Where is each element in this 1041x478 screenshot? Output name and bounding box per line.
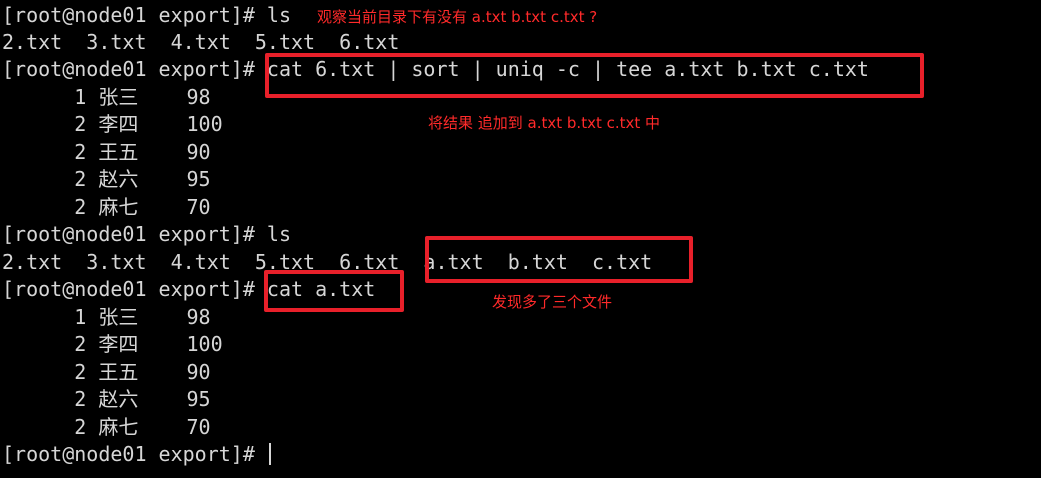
highlight-box-tee-command — [265, 53, 924, 98]
terminal-window[interactable]: { "terminal": { "lines": [ "[root@node01… — [0, 0, 1041, 478]
terminal-line: 2 麻七 70 — [2, 195, 211, 219]
terminal-line: 2 李四 100 — [2, 332, 223, 356]
terminal-line: 2 王五 90 — [2, 360, 211, 384]
terminal-line: [root@node01 export]# ls — [2, 222, 291, 246]
terminal-line: 2 赵六 95 — [2, 387, 211, 411]
annotation-append-result: 将结果 追加到 a.txt b.txt c.txt 中 — [428, 114, 661, 132]
highlight-box-new-files — [425, 236, 693, 283]
text-cursor — [268, 443, 271, 465]
terminal-prompt-line[interactable]: [root@node01 export]# — [2, 441, 271, 468]
terminal-line: 1 张三 98 — [2, 305, 211, 329]
annotation-three-new-files: 发现多了三个文件 — [492, 293, 613, 311]
terminal-line: 2 赵六 95 — [2, 167, 211, 191]
highlight-box-cat-command — [264, 270, 404, 312]
terminal-line: 2 李四 100 — [2, 112, 223, 136]
annotation-check-files: 观察当前目录下有没有 a.txt b.txt c.txt ? — [317, 8, 598, 26]
terminal-line: 1 张三 98 — [2, 85, 211, 109]
terminal-line: [root@node01 export]# ls — [2, 3, 291, 27]
terminal-line: 2 麻七 70 — [2, 415, 211, 439]
terminal-line: 2 王五 90 — [2, 140, 211, 164]
terminal-line: 2.txt 3.txt 4.txt 5.txt 6.txt — [2, 30, 400, 54]
terminal-prompt: [root@node01 export]# — [2, 442, 267, 466]
